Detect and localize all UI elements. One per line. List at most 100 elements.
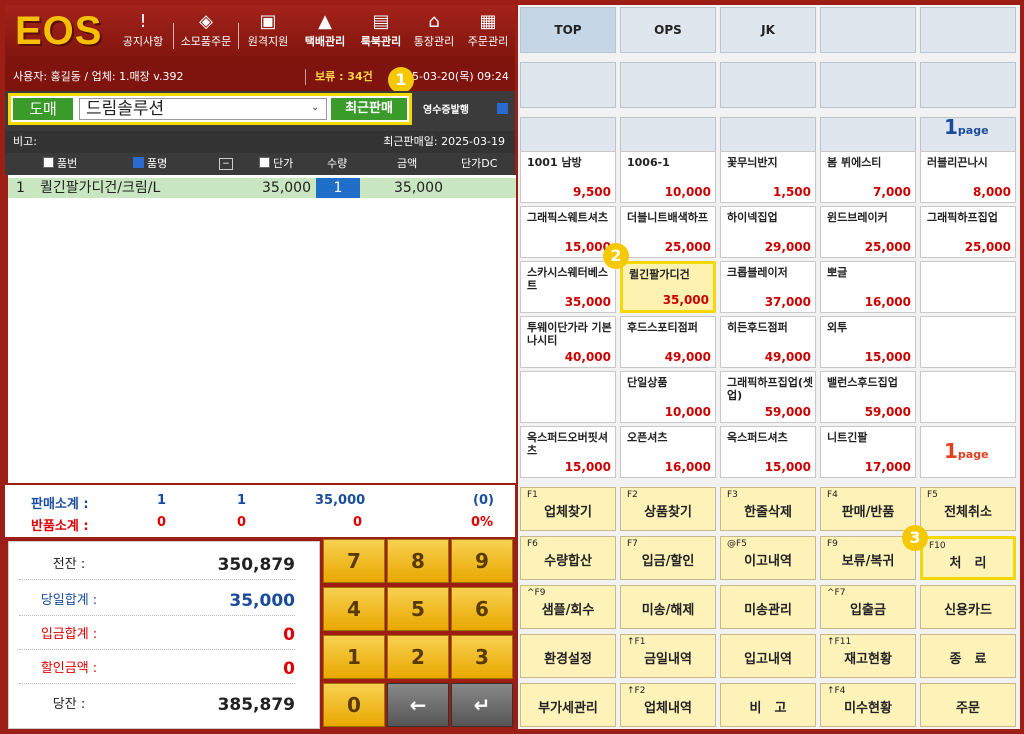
function-button[interactable]: 신용카드 [920,585,1016,629]
product-button[interactable]: 스카시스웨터베스트 35,000 [520,261,616,313]
product-button[interactable]: 밸런스후드집업 59,000 [820,371,916,423]
function-button[interactable]: 주문 [920,683,1016,727]
function-button[interactable]: ↑F11 재고현황 [820,634,916,678]
function-button[interactable]: ^F7 입출금 [820,585,916,629]
sales-grid[interactable]: 1 퀼긴팔가디건/크림/L 35,000 1 35,000 [8,175,516,483]
category-tab[interactable]: OPS [620,7,716,53]
function-button[interactable]: ↑F4 미수현황 [820,683,916,727]
function-button[interactable]: F4 판매/반품 [820,487,916,531]
page-indicator-top[interactable]: 1page [944,115,989,139]
page-indicator-bottom[interactable]: 1page [944,439,989,463]
product-button[interactable]: 뽀글 16,000 [820,261,916,313]
book-icon: ▤ [372,11,390,32]
category-slot[interactable] [620,62,716,108]
table-row[interactable]: 1 퀼긴팔가디건/크림/L 35,000 1 35,000 [8,178,516,198]
product-button[interactable] [920,371,1016,423]
product-button[interactable]: 그래픽하프집업 25,000 [920,206,1016,258]
category-tab[interactable]: JK [720,7,816,53]
wholesale-button[interactable]: 도매 [13,98,73,120]
remote-support-button[interactable]: ▣ 원격지원 [242,11,294,59]
key-4[interactable]: 4 [323,587,385,631]
product-button[interactable]: 후드스포티점퍼 49,000 [620,316,716,368]
function-button[interactable]: 비 고 [720,683,816,727]
function-button[interactable]: 종 료 [920,634,1016,678]
category-tab[interactable] [820,7,916,53]
function-button[interactable]: 미송관리 [720,585,816,629]
function-button[interactable]: 부가세관리 [520,683,616,727]
function-button[interactable]: F7 입금/할인 [620,536,716,580]
chevron-down-icon[interactable]: ⌄ [311,102,319,113]
code-checkbox[interactable] [43,157,54,168]
product-button[interactable]: 윈드브레이커 25,000 [820,206,916,258]
category-slot[interactable] [820,62,916,108]
function-button[interactable]: F3 한줄삭제 [720,487,816,531]
product-button[interactable]: 그래픽하프집업(셋업) 59,000 [720,371,816,423]
key-9[interactable]: 9 [451,539,513,583]
delivery-button[interactable]: ▲ 택배관리 [299,11,351,59]
product-button[interactable]: 1006-1 10,000 [620,151,716,203]
product-button[interactable] [920,316,1016,368]
category-tab[interactable]: TOP [520,7,616,53]
price-checkbox[interactable] [259,157,270,168]
function-button[interactable]: 입고내역 [720,634,816,678]
category-slot[interactable] [920,62,1016,108]
category-slot[interactable] [720,62,816,108]
key-6[interactable]: 6 [451,587,513,631]
product-button[interactable] [520,371,616,423]
backspace-key[interactable]: ← [387,683,449,727]
receipt-checkbox[interactable] [497,103,508,114]
key-5[interactable]: 5 [387,587,449,631]
product-button[interactable]: 옥스퍼드오버핏셔츠 15,000 [520,426,616,478]
product-button[interactable]: 1001 남방 9,500 [520,151,616,203]
function-button[interactable]: F6 수량합산 [520,536,616,580]
product-button[interactable]: 오픈셔츠 16,000 [620,426,716,478]
order-mgmt-button[interactable]: ▦ 주문관리 [461,11,515,59]
product-button[interactable]: 외투 15,000 [820,316,916,368]
function-button[interactable]: 환경설정 [520,634,616,678]
notice-button[interactable]: ! 공지사항 [117,11,169,59]
category-slot[interactable] [520,62,616,108]
product-button[interactable]: 하이넥집업 29,000 [720,206,816,258]
supplies-order-button[interactable]: ◈ 소모품주문 [177,11,235,59]
key-1[interactable]: 1 [323,635,385,679]
function-button[interactable]: F2 상품찾기 [620,487,716,531]
lookbook-button[interactable]: ▤ 룩북관리 [355,11,407,59]
product-button[interactable]: 니트긴팔 17,000 [820,426,916,478]
product-button[interactable]: 더블니트배색하프 25,000 [620,206,716,258]
function-button[interactable]: F10 처 리 [920,536,1016,580]
name-checkbox[interactable] [133,157,144,168]
product-button[interactable]: 크롭블레이저 37,000 [720,261,816,313]
product-button[interactable]: 단일상품 10,000 [620,371,716,423]
function-button[interactable]: ↑F2 업체내역 [620,683,716,727]
recent-sale-button[interactable]: 최근판매 [331,98,407,120]
collapse-icon[interactable]: − [219,158,233,170]
product-button[interactable] [920,261,1016,313]
customer-select[interactable]: 드림솔루션 [79,98,327,120]
bankbook-button[interactable]: ⌂ 통장관리 [408,11,460,59]
function-button[interactable]: ^F9 샘플/회수 [520,585,616,629]
function-button[interactable]: 미송/해제 [620,585,716,629]
product-button[interactable]: 퀼긴팔가디건 35,000 [620,261,716,313]
product-button[interactable]: 봄 뷔에스티 7,000 [820,151,916,203]
function-button[interactable]: @F5 이고내역 [720,536,816,580]
function-button[interactable]: ↑F1 금일내역 [620,634,716,678]
key-3[interactable]: 3 [451,635,513,679]
row-qty[interactable]: 1 [316,178,360,198]
product-button[interactable]: 꽃무늬반지 1,500 [720,151,816,203]
product-button[interactable]: 그래픽스웨트셔츠 15,000 [520,206,616,258]
function-button[interactable]: F1 업체찾기 [520,487,616,531]
key-2[interactable]: 2 [387,635,449,679]
key-0[interactable]: 0 [323,683,385,727]
summary-panel: 판매소계 : 1 1 35,000 (0) 반품소계 : 0 0 0 0% [5,485,515,537]
function-button[interactable]: F5 전체취소 [920,487,1016,531]
hold-count[interactable]: 보류 : 34건 [315,63,373,91]
product-button[interactable]: 옥스퍼드셔츠 15,000 [720,426,816,478]
category-tab[interactable] [920,7,1016,53]
key-8[interactable]: 8 [387,539,449,583]
product-button[interactable]: 투웨이단가라 기본나시티 40,000 [520,316,616,368]
function-button[interactable]: F9 보류/복귀 [820,536,916,580]
enter-key[interactable]: ↵ [451,683,513,727]
product-button[interactable]: 러블리끈나시 8,000 [920,151,1016,203]
key-7[interactable]: 7 [323,539,385,583]
product-button[interactable]: 히든후드점퍼 49,000 [720,316,816,368]
